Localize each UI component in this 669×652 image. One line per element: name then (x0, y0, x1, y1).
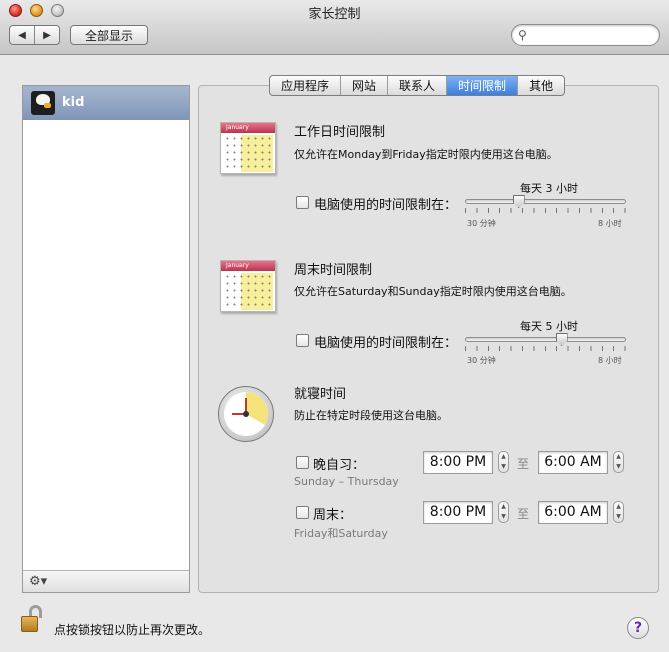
weekend-bedtime-checkbox[interactable] (296, 506, 309, 519)
help-button[interactable]: ? (627, 617, 649, 639)
to-label: 至 (517, 457, 530, 471)
weekend-slider-max-label: 8 小时 (598, 356, 622, 365)
back-arrow-icon[interactable]: ◀ (10, 26, 34, 44)
tab-bar: 应用程序 网站 联系人 时间限制 其他 (269, 75, 566, 96)
weekend-bedtime-start-stepper[interactable]: ▲ ▼ (498, 501, 509, 523)
title-bar: 家长控制 ◀ ▶ 全部显示 ⚲ (0, 0, 669, 55)
tab-contacts[interactable]: 联系人 (387, 76, 446, 95)
user-list: kid ⚙▾ (22, 85, 190, 593)
eagle-avatar-icon (31, 91, 55, 115)
weekend-limit-checkbox[interactable] (296, 334, 309, 347)
school-nights-start-time[interactable]: 8:00 PM (423, 451, 493, 474)
weekend-bedtime-days: Friday和Saturday (294, 527, 388, 540)
weekend-bedtime-start-time[interactable]: 8:00 PM (423, 501, 493, 524)
user-name: kid (62, 95, 85, 110)
weekend-slider-ticks (465, 346, 626, 351)
school-nights-checkbox[interactable] (296, 456, 309, 469)
weekend-time-slider[interactable] (465, 337, 626, 342)
bedtime-title: 就寝时间 (294, 387, 347, 402)
weekday-slider-max-label: 8 小时 (598, 219, 622, 228)
show-all-button[interactable]: 全部显示 (70, 25, 148, 45)
parental-controls-window: 家长控制 ◀ ▶ 全部显示 ⚲ kid ⚙▾ 应用程序 网站 联系人 时间限制 … (0, 0, 669, 652)
school-nights-days: Sunday – Thursday (294, 475, 399, 488)
tab-websites[interactable]: 网站 (340, 76, 387, 95)
gear-icon[interactable]: ⚙▾ (29, 574, 47, 589)
weekend-bedtime-end-time[interactable]: 6:00 AM (538, 501, 608, 524)
school-nights-start-stepper[interactable]: ▲ ▼ (498, 451, 509, 473)
school-nights-end-stepper[interactable]: ▲ ▼ (613, 451, 624, 473)
weekday-limit-checkbox[interactable] (296, 196, 309, 209)
bedtime-description: 防止在特定时段使用这台电脑。 (294, 409, 448, 422)
window-title: 家长控制 (308, 7, 361, 22)
weekend-slider-min-label: 30 分钟 (467, 356, 496, 365)
school-nights-label: 晚自习： (313, 458, 366, 473)
search-icon: ⚲ (518, 28, 527, 42)
back-forward-control: ◀ ▶ (9, 25, 60, 45)
weekend-limit-label: 电脑使用的时间限制在： (314, 336, 458, 351)
tab-time-limits[interactable]: 时间限制 (446, 76, 518, 95)
lock-message: 点按锁按钮以防止再次更改。 (54, 623, 211, 637)
user-list-footer: ⚙▾ (23, 570, 189, 592)
clock-icon (218, 386, 274, 442)
weekday-slider-value: 每天 3 小时 (520, 182, 578, 195)
calendar-icon: January (220, 122, 276, 174)
forward-arrow-icon[interactable]: ▶ (34, 26, 59, 44)
weekday-slider-min-label: 30 分钟 (467, 219, 496, 228)
weekday-description: 仅允许在Monday到Friday指定时限内使用这台电脑。 (294, 148, 558, 161)
weekday-slider-ticks (465, 208, 626, 213)
calendar-icon: January (220, 260, 276, 312)
weekend-description: 仅允许在Saturday和Sunday指定时限内使用这台电脑。 (294, 285, 572, 298)
to-label: 至 (517, 507, 530, 521)
weekday-time-slider[interactable] (465, 199, 626, 204)
weekend-bedtime-end-stepper[interactable]: ▲ ▼ (613, 501, 624, 523)
search-input[interactable] (534, 28, 654, 42)
user-item-kid[interactable]: kid (23, 86, 189, 120)
school-nights-end-time[interactable]: 6:00 AM (538, 451, 608, 474)
weekend-slider-value: 每天 5 小时 (520, 320, 578, 333)
weekday-title: 工作日时间限制 (294, 125, 386, 140)
weekday-limit-label: 电脑使用的时间限制在： (314, 198, 458, 213)
lock-icon[interactable] (21, 605, 43, 633)
weekend-bedtime-label: 周末： (313, 508, 353, 523)
weekend-title: 周末时间限制 (294, 263, 373, 278)
search-field[interactable]: ⚲ (511, 24, 660, 46)
tab-apps[interactable]: 应用程序 (270, 76, 340, 95)
tab-other[interactable]: 其他 (517, 76, 564, 95)
